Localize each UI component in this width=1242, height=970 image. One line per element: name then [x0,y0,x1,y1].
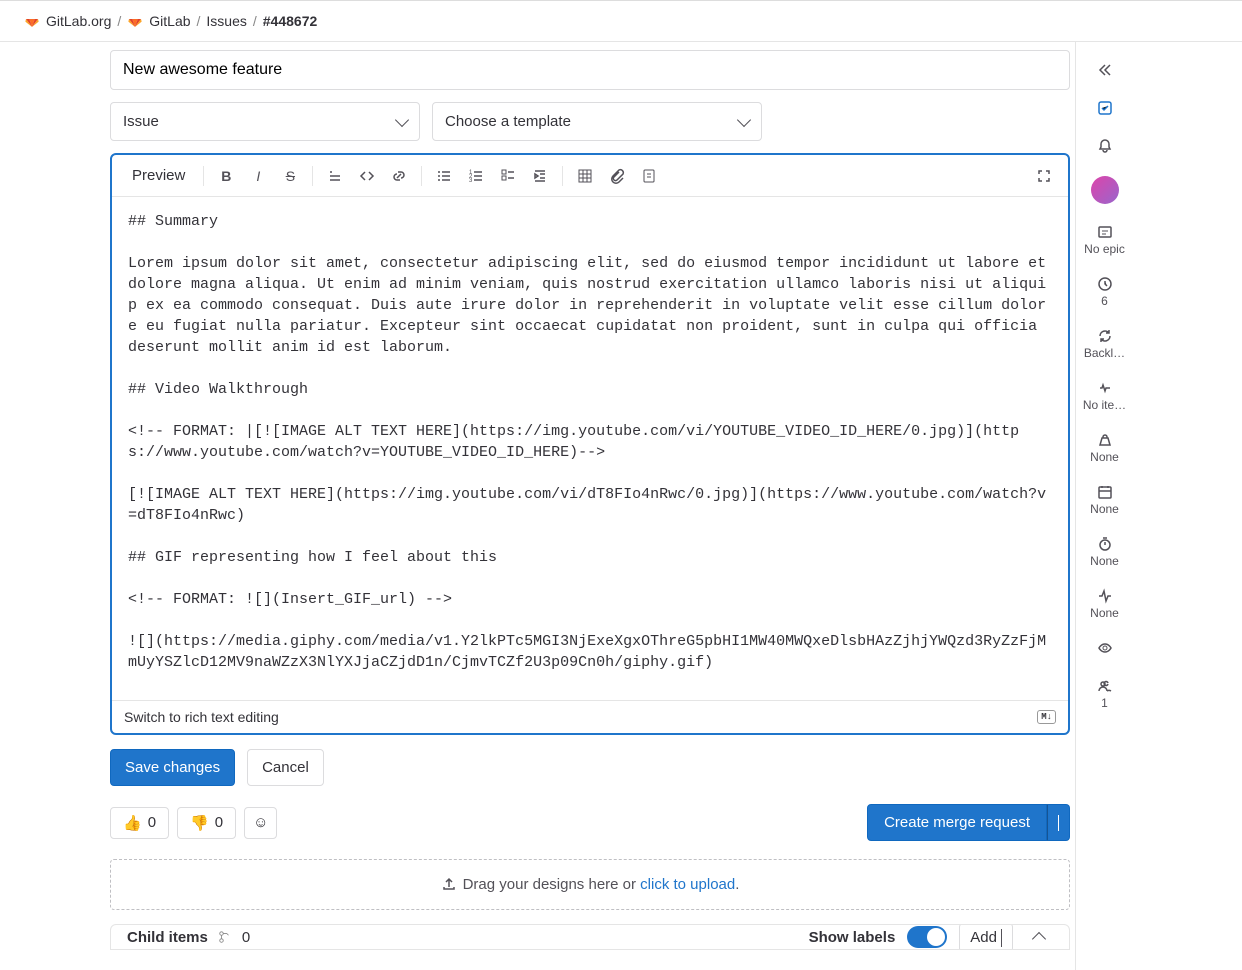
todo-icon [1097,100,1113,116]
smile-icon: ☺ [253,814,268,831]
weight-button[interactable]: None [1076,422,1133,474]
attach-button[interactable] [603,162,631,190]
epic-button[interactable]: No epic [1076,214,1133,266]
add-child-button[interactable]: Add [959,924,1013,950]
task-list-button[interactable] [494,162,522,190]
numbered-list-button[interactable]: 123 [462,162,490,190]
upload-icon [441,876,457,892]
calendar-icon [1097,484,1113,500]
issue-type-select[interactable]: Issue [110,102,420,141]
avatar-icon [1091,176,1119,204]
italic-button[interactable]: I [244,162,272,190]
assignee-avatar[interactable] [1076,166,1133,214]
quote-button[interactable] [321,162,349,190]
breadcrumb-issue-id[interactable]: #448672 [263,13,318,29]
switch-editor-link[interactable]: Switch to rich text editing [124,709,279,725]
collapse-child-items-button[interactable] [1025,924,1053,950]
create-merge-request-button[interactable]: Create merge request [867,804,1047,841]
notifications-button[interactable] [1076,128,1133,166]
editor-toolbar: Preview B I S 123 [112,155,1068,197]
epic-icon [1097,224,1113,240]
thumbs-down-icon: 👎 [190,814,209,832]
create-merge-request-dropdown[interactable] [1047,804,1070,841]
activity-button[interactable]: None [1076,578,1133,630]
iteration-icon [1097,328,1113,344]
bold-button[interactable]: B [212,162,240,190]
milestone-button[interactable]: 6 [1076,266,1133,318]
iteration-button[interactable]: Backl… [1076,318,1133,370]
markdown-help-icon[interactable]: M↓ [1037,710,1056,724]
preview-tab[interactable]: Preview [122,161,195,190]
participants-button[interactable]: 1 [1076,668,1133,720]
description-textarea[interactable] [112,197,1068,697]
template-select[interactable]: Choose a template [432,102,762,141]
issue-sidebar: No epic 6 Backl… No ite… None None None … [1075,42,1133,970]
add-reaction-button[interactable]: ☺ [244,807,277,839]
strikethrough-button[interactable]: S [276,162,304,190]
details-button[interactable] [635,162,663,190]
designs-dropzone[interactable]: Drag your designs here or click to uploa… [110,859,1070,910]
child-items-label: Child items [127,929,208,946]
child-items-section: Child items 0 Show labels Add [110,924,1070,950]
table-button[interactable] [571,162,599,190]
description-editor: Preview B I S 123 Switch to rich text ed… [110,153,1070,735]
health-button[interactable]: No ite… [1076,370,1133,422]
users-icon [1097,678,1113,694]
svg-text:3: 3 [469,178,473,184]
template-label: Choose a template [445,113,571,130]
show-labels-text: Show labels [809,929,896,946]
health-icon [1097,380,1113,396]
thumbs-up-button[interactable]: 👍 0 [110,807,169,839]
breadcrumb-project[interactable]: GitLab [149,13,190,29]
issue-type-label: Issue [123,113,159,130]
chevron-down-icon [737,112,751,126]
due-date-button[interactable]: None [1076,474,1133,526]
issue-title-input[interactable] [110,50,1070,90]
show-labels-toggle[interactable] [907,926,947,948]
thumbs-down-button[interactable]: 👎 0 [177,807,236,839]
bullet-list-button[interactable] [430,162,458,190]
eye-icon [1097,640,1113,656]
chevron-down-icon [395,112,409,126]
gitlab-project-icon [127,13,143,29]
weight-icon [1097,432,1113,448]
clock-icon [1097,276,1113,292]
link-button[interactable] [385,162,413,190]
cancel-button[interactable]: Cancel [247,749,324,786]
breadcrumb: GitLab.org / GitLab / Issues / #448672 [0,1,1242,42]
gitlab-org-icon [24,13,40,29]
watch-button[interactable] [1076,630,1133,668]
breadcrumb-org[interactable]: GitLab.org [46,13,111,29]
fullscreen-button[interactable] [1030,162,1058,190]
todo-button[interactable] [1076,90,1133,128]
thumbs-up-icon: 👍 [123,814,142,832]
collapse-sidebar-button[interactable] [1076,52,1133,90]
breadcrumb-issues[interactable]: Issues [206,13,246,29]
code-button[interactable] [353,162,381,190]
indent-button[interactable] [526,162,554,190]
activity-icon [1097,588,1113,604]
click-to-upload-link[interactable]: click to upload [640,876,735,893]
timer-icon [1097,536,1113,552]
save-button[interactable]: Save changes [110,749,235,786]
bell-icon [1097,138,1113,154]
chevron-double-left-icon [1097,62,1113,78]
time-tracking-button[interactable]: None [1076,526,1133,578]
merge-icon [218,930,232,944]
